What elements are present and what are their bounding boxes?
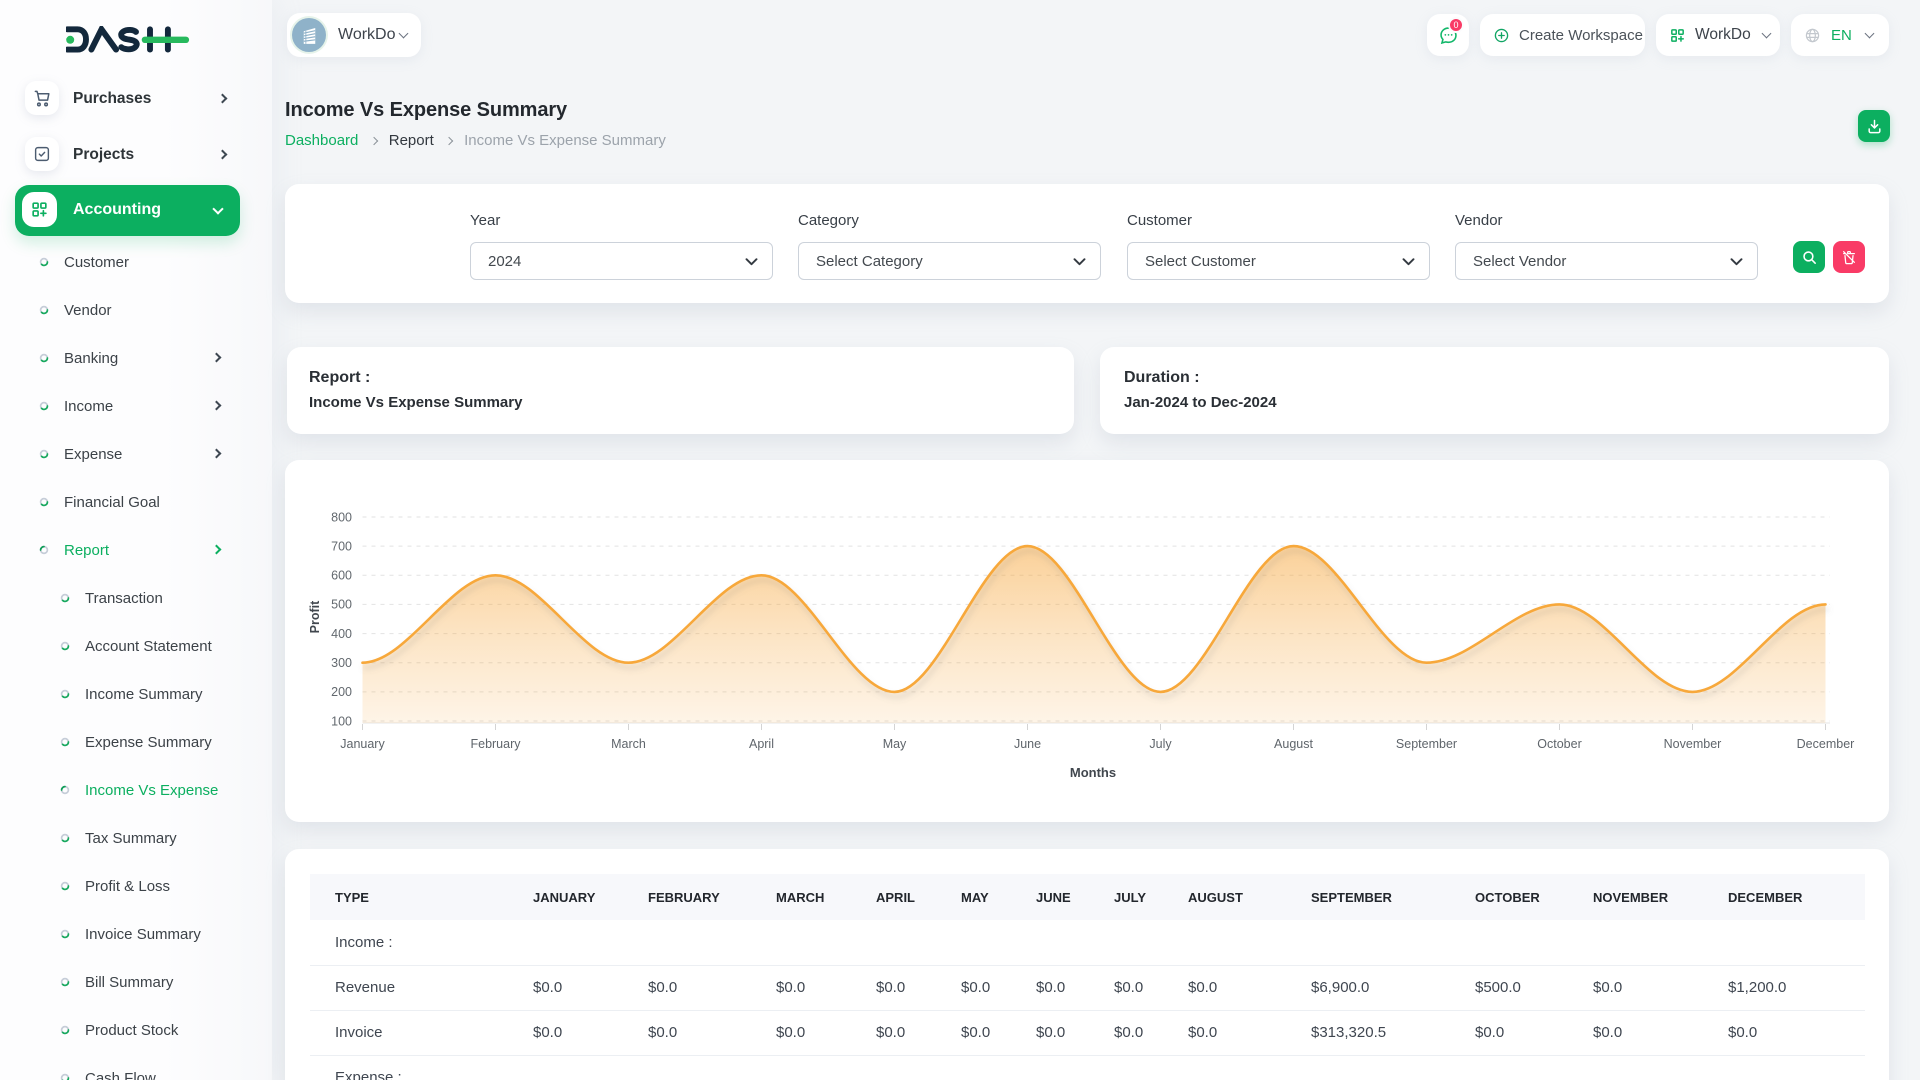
svg-text:500: 500 xyxy=(331,598,352,612)
svg-text:September: September xyxy=(1396,737,1457,751)
svg-text:400: 400 xyxy=(331,627,352,641)
svg-text:700: 700 xyxy=(331,539,352,553)
svg-text:March: March xyxy=(611,737,646,751)
svg-text:June: June xyxy=(1014,737,1041,751)
svg-text:February: February xyxy=(470,737,521,751)
svg-text:August: August xyxy=(1274,737,1313,751)
svg-text:600: 600 xyxy=(331,569,352,583)
svg-text:October: October xyxy=(1537,737,1581,751)
svg-text:July: July xyxy=(1149,737,1172,751)
svg-text:Months: Months xyxy=(1070,765,1116,780)
svg-text:800: 800 xyxy=(331,510,352,524)
svg-text:May: May xyxy=(883,737,907,751)
svg-text:100: 100 xyxy=(331,714,352,728)
svg-text:April: April xyxy=(749,737,774,751)
svg-text:200: 200 xyxy=(331,685,352,699)
svg-text:December: December xyxy=(1797,737,1855,751)
svg-text:Profit: Profit xyxy=(308,600,322,633)
svg-text:January: January xyxy=(340,737,385,751)
svg-text:November: November xyxy=(1664,737,1722,751)
svg-text:300: 300 xyxy=(331,656,352,670)
